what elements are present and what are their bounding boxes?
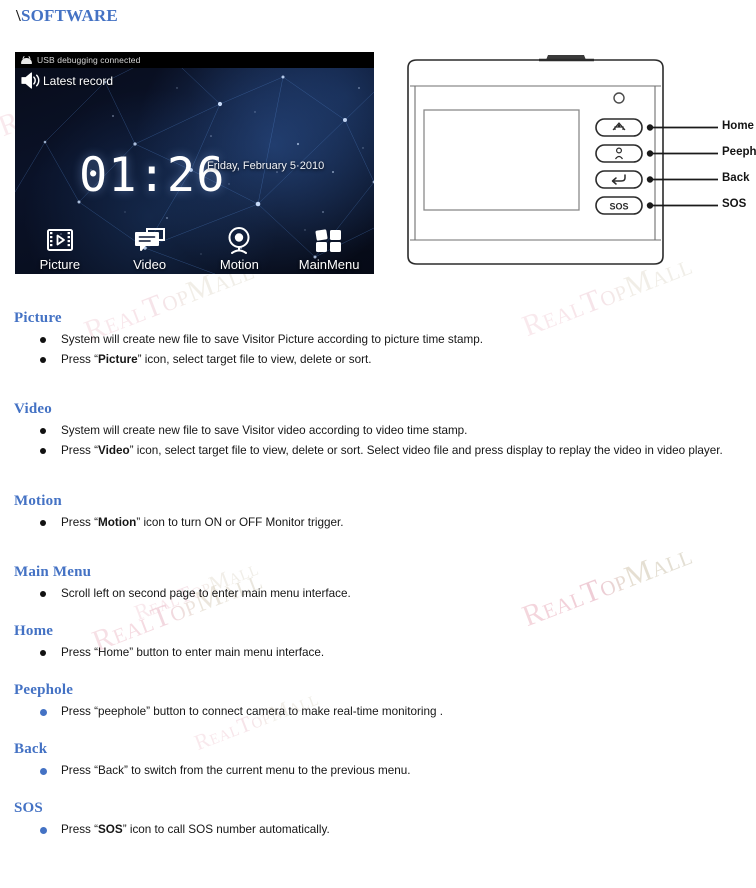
device-diagram: SOS Home Peephole Back SOS (396, 50, 756, 288)
section-picture: Picture System will create new file to sa… (14, 310, 742, 370)
dock-label-video: Video (133, 257, 167, 272)
section-main-menu: Main Menu Scroll left on second page to e… (14, 564, 742, 604)
device-button-home (595, 118, 643, 137)
callout-label-home: Home (722, 120, 754, 132)
bullet-item: Press “SOS” icon to call SOS number auto… (14, 820, 742, 840)
callout-label-sos: SOS (722, 198, 747, 210)
latest-record-label: Latest record (43, 73, 114, 88)
device-button-back (595, 170, 643, 189)
clock-date: Friday, February 5·2010 (207, 160, 325, 172)
section-bullet-list: Press “Home” button to enter main menu i… (14, 643, 742, 663)
section-heading: SOS (14, 800, 43, 817)
device-button-peephole (595, 144, 643, 163)
dock-item-picture[interactable]: Picture (15, 221, 105, 272)
bullet-item: System will create new file to save Visi… (14, 421, 742, 441)
sos-button-text: SOS (609, 202, 628, 212)
section-heading: Back (14, 741, 48, 757)
dock-label-mainmenu: MainMenu (298, 257, 360, 272)
speech-bubbles-icon (134, 221, 166, 255)
section-bullet-list: Press “SOS” icon to call SOS number auto… (14, 820, 742, 840)
usb-debugging-label: USB debugging connected (37, 55, 141, 65)
section-bullet-list: System will create new file to save Visi… (14, 330, 742, 370)
bullet-item: Press “Home” button to enter main menu i… (14, 643, 742, 663)
section-heading: Peephole (14, 681, 74, 698)
section-sos: SOS Press “SOS” icon to call SOS number a… (14, 800, 742, 840)
bullet-item: Scroll left on second page to enter main… (14, 584, 742, 604)
page-title: \SOFTWARE (16, 6, 118, 26)
device-button-sos: SOS (595, 196, 643, 215)
section-heading: Home (14, 622, 54, 639)
section-heading: Picture (14, 310, 62, 326)
page-title-text: SOFTWARE (20, 6, 118, 25)
webcam-eye-icon (224, 221, 254, 255)
section-back: Back Press “Back” to switch from the curr… (14, 741, 742, 781)
device-screen-screenshot: USB debugging connected Latest record 01… (15, 52, 374, 274)
dock-item-motion[interactable]: Motion (195, 221, 285, 272)
home-dock: Picture Video Motion MainMenu (15, 221, 374, 272)
callout-label-peephole: Peephole (722, 146, 756, 158)
bullet-item: System will create new file to save Visi… (14, 330, 742, 350)
section-heading: Motion (14, 492, 62, 509)
speaker-icon (21, 72, 40, 89)
section-bullet-list: Scroll left on second page to enter main… (14, 584, 742, 604)
section-bullet-list: Press “Motion” icon to turn ON or OFF Mo… (14, 513, 742, 533)
bullet-item: Press “peephole” button to connect camer… (14, 702, 742, 722)
section-video: Video System will create new file to save… (14, 401, 742, 461)
bullet-item: Press “Back” to switch from the current … (14, 761, 742, 781)
section-bullet-list: Press “Back” to switch from the current … (14, 761, 742, 781)
grid-squares-icon (314, 221, 344, 255)
bullet-item: Press “Picture” icon, select target file… (14, 350, 742, 370)
sections-container: Picture System will create new file to sa… (0, 310, 756, 840)
bullet-item: Press “Motion” icon to turn ON or OFF Mo… (14, 513, 742, 533)
section-peephole: Peephole Press “peephole” button to conne… (14, 682, 742, 722)
section-heading: Main Menu (14, 563, 92, 580)
android-robot-icon (21, 55, 32, 64)
latest-record-notification[interactable]: Latest record (20, 71, 113, 90)
led-indicator-icon (613, 92, 625, 104)
dock-item-video[interactable]: Video (105, 221, 195, 272)
section-home: Home Press “Home” button to enter main me… (14, 623, 742, 663)
android-status-bar: USB debugging connected (15, 52, 374, 68)
dock-label-motion: Motion (219, 257, 259, 272)
section-bullet-list: Press “peephole” button to connect camer… (14, 702, 742, 722)
dock-item-mainmenu[interactable]: MainMenu (284, 221, 374, 272)
device-screen-outline (423, 109, 580, 211)
section-heading: Video (14, 401, 52, 418)
dock-label-picture: Picture (39, 257, 81, 272)
callout-label-back: Back (722, 172, 750, 184)
film-strip-play-icon (45, 221, 75, 255)
clock-time: 01:26 (79, 148, 226, 203)
section-motion: Motion Press “Motion” icon to turn ON or … (14, 493, 742, 533)
section-bullet-list: System will create new file to save Visi… (14, 421, 742, 461)
bullet-item: Press “Video” icon, select target file t… (14, 441, 742, 461)
